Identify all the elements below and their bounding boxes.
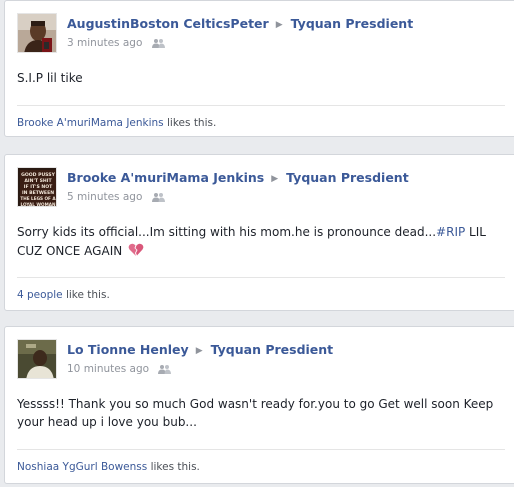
likes-sentence: Noshiaa YgGurl Bowenss likes this. [17, 461, 200, 473]
target-link[interactable]: Tyquan Presdient [291, 16, 414, 31]
broken-heart-icon [128, 243, 144, 262]
avatar[interactable]: GOOD PUSSY AIN'T SHIT IF IT'S NOT IN BET… [17, 167, 57, 207]
target-link[interactable]: Tyquan Presdient [211, 342, 334, 357]
liker-link[interactable]: Brooke A'muriMama Jenkins [17, 117, 164, 129]
friends-icon[interactable] [151, 192, 165, 205]
post-text: Sorry kids its official...Im sitting wit… [17, 223, 497, 260]
target-link[interactable]: Tyquan Presdient [286, 170, 409, 185]
avatar[interactable] [17, 13, 57, 53]
divider [17, 277, 505, 278]
avatar[interactable] [17, 339, 57, 379]
post-text-start: Sorry kids its official...Im sitting wit… [17, 225, 437, 239]
post-card: GOOD PUSSY AIN'T SHIT IF IT'S NOT IN BET… [4, 154, 514, 311]
likes-sentence: 4 people like this. [17, 289, 110, 301]
divider [17, 449, 505, 450]
avatar-text-line: GOOD PUSSY [21, 172, 56, 178]
author-link[interactable]: AugustinBoston CelticsPeter [67, 16, 269, 31]
friends-icon[interactable] [158, 364, 172, 377]
right-triangle-icon: ▶ [195, 346, 203, 356]
likers-count-link[interactable]: 4 people [17, 289, 63, 301]
author-link[interactable]: Brooke A'muriMama Jenkins [67, 170, 264, 185]
hashtag-link[interactable]: #RIP [436, 225, 465, 239]
timestamp-link[interactable]: 10 minutes ago [67, 363, 149, 375]
friends-icon[interactable] [151, 38, 165, 51]
right-triangle-icon: ▶ [271, 174, 279, 184]
divider [17, 105, 505, 106]
post-card: Lo Tionne Henley ▶ Tyquan Presdient 10 min… [4, 326, 514, 484]
avatar-text-line: LOYAL WOMAN [20, 202, 56, 207]
avatar-text-line: THE LEGS OF A [20, 196, 56, 201]
avatar-text-line: IF IT'S NOT [24, 184, 53, 190]
post-text: S.I.P lil tike [17, 71, 83, 85]
post-text: Yessss!! Thank you so much God wasn't re… [17, 397, 494, 429]
author-link[interactable]: Lo Tionne Henley [67, 342, 189, 357]
post-card: AugustinBoston CelticsPeter ▶ Tyquan Presd… [4, 0, 514, 137]
likes-sentence: Brooke A'muriMama Jenkins likes this. [17, 117, 216, 129]
post-title: Lo Tionne Henley ▶ Tyquan Presdient [67, 342, 333, 357]
likes-suffix: likes this. [147, 461, 200, 473]
post-meta: 10 minutes ago [67, 362, 172, 377]
likes-suffix: likes this. [163, 117, 217, 129]
timestamp-link[interactable]: 3 minutes ago [67, 37, 142, 49]
avatar-text-line: AIN'T SHIT [24, 178, 52, 184]
post-meta: 3 minutes ago [67, 36, 165, 49]
right-triangle-icon: ▶ [275, 20, 283, 30]
liker-link[interactable]: Noshiaa YgGurl Bowenss [17, 461, 147, 473]
post-meta: 5 minutes ago [67, 190, 165, 203]
timestamp-link[interactable]: 5 minutes ago [67, 191, 142, 203]
post-title: AugustinBoston CelticsPeter ▶ Tyquan Presd… [67, 16, 413, 31]
post-title: Brooke A'muriMama Jenkins ▶ Tyquan Presdie… [67, 170, 409, 185]
likes-suffix: like this. [62, 289, 110, 301]
